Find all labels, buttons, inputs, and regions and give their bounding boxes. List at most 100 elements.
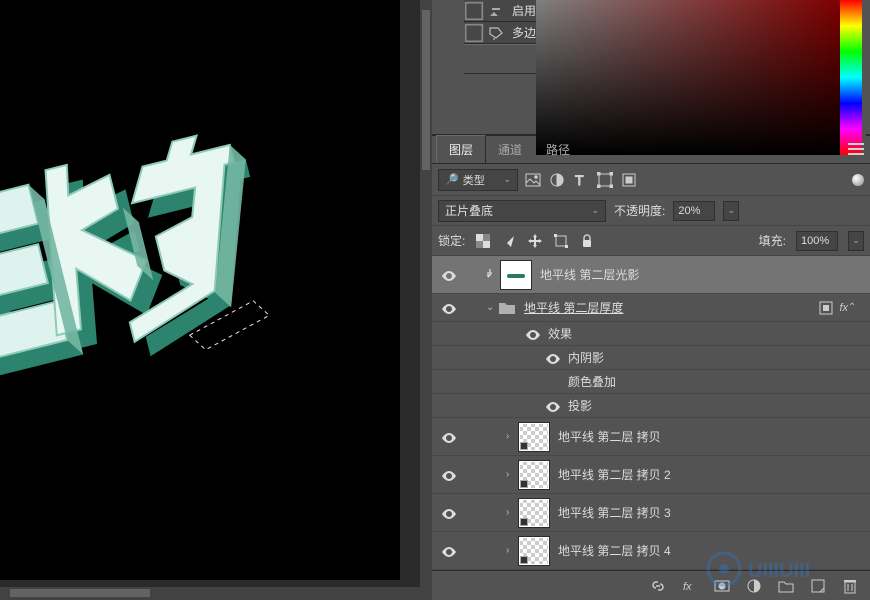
- search-icon: 🔎: [445, 173, 459, 186]
- opacity-dropdown-chevron[interactable]: ⌄: [723, 201, 739, 221]
- checkbox-unchecked-icon[interactable]: [464, 1, 484, 21]
- svg-text:T: T: [575, 172, 584, 188]
- disclosure-triangle-icon[interactable]: ›: [506, 545, 518, 556]
- layer-name[interactable]: 地平线 第二层 拷贝 4: [558, 542, 860, 559]
- 3d-text-artwork: [0, 100, 340, 425]
- layer-name[interactable]: 地平线 第二层 拷贝 2: [558, 466, 860, 483]
- adjustment-layer-icon[interactable]: [746, 578, 762, 594]
- chevron-down-icon: ⌄: [591, 205, 599, 216]
- smart-object-badge-icon: [520, 518, 528, 526]
- filter-smartobject-icon[interactable]: [620, 171, 638, 189]
- lock-transparency-icon[interactable]: [475, 233, 491, 249]
- horizontal-scrollbar[interactable]: [0, 587, 420, 600]
- layer-group-name[interactable]: 地平线 第二层厚度: [524, 299, 817, 316]
- lock-move-icon[interactable]: [527, 233, 543, 249]
- lock-fill-row: 锁定: 填充: 100% ⌄: [432, 226, 870, 256]
- new-layer-icon[interactable]: [810, 578, 826, 594]
- color-picker-panel[interactable]: [536, 0, 866, 155]
- visibility-eye-icon[interactable]: [442, 432, 456, 442]
- panel-menu-icon[interactable]: [848, 142, 864, 160]
- lock-brush-icon[interactable]: [501, 233, 517, 249]
- disclosure-triangle-icon[interactable]: ›: [506, 469, 518, 480]
- panel-tabs: 图层 通道 路径: [432, 136, 870, 164]
- opacity-input[interactable]: 20%: [673, 201, 715, 221]
- link-layers-icon[interactable]: [650, 578, 666, 594]
- fill-label: 填充:: [759, 232, 786, 249]
- layer-thumbnail[interactable]: [518, 460, 550, 490]
- visibility-eye-icon[interactable]: [442, 270, 456, 280]
- clip-indicator-icon: [486, 267, 500, 282]
- opacity-label: 不透明度:: [614, 202, 665, 219]
- filter-text-icon[interactable]: T: [572, 171, 590, 189]
- disclosure-triangle-open-icon[interactable]: ⌄: [486, 302, 498, 313]
- layer-mask-icon[interactable]: [714, 578, 730, 594]
- layer-row-color-overlay[interactable]: 颜色叠加: [432, 370, 870, 394]
- filter-toggle-dot[interactable]: [852, 174, 864, 186]
- visibility-eye-icon[interactable]: [546, 401, 560, 411]
- layer-name[interactable]: 地平线 第二层 拷贝: [558, 428, 860, 445]
- effect-name: 投影: [568, 397, 860, 414]
- layer-row[interactable]: › 地平线 第二层 拷贝: [432, 418, 870, 456]
- visibility-eye-icon[interactable]: [546, 353, 560, 363]
- layer-thumbnail[interactable]: [518, 422, 550, 452]
- fill-input[interactable]: 100%: [796, 231, 838, 251]
- vertical-scrollbar[interactable]: [419, 0, 432, 600]
- layer-row[interactable]: › 地平线 第二层 拷贝 2: [432, 456, 870, 494]
- layers-bottom-toolbar: fx: [432, 570, 870, 600]
- visibility-eye-icon[interactable]: [442, 470, 456, 480]
- new-group-icon[interactable]: [778, 578, 794, 594]
- filter-kind-select[interactable]: 🔎类型 ⌄: [438, 169, 518, 191]
- brush-effect-icon: [484, 4, 508, 18]
- folder-icon: [498, 301, 516, 315]
- layer-row-group[interactable]: ⌄ 地平线 第二层厚度 fx ⌃: [432, 294, 870, 322]
- layer-row[interactable]: › 地平线 第二层 拷贝 3: [432, 494, 870, 532]
- layer-thumbnail[interactable]: [518, 536, 550, 566]
- layer-row[interactable]: › 地平线 第二层 拷贝 4: [432, 532, 870, 570]
- layer-thumbnail[interactable]: [500, 260, 532, 290]
- disclosure-triangle-icon[interactable]: ›: [506, 507, 518, 518]
- visibility-eye-icon[interactable]: [442, 508, 456, 518]
- blend-opacity-row: 正片叠底 ⌄ 不透明度: 20% ⌄: [432, 196, 870, 226]
- layer-row-inner-shadow[interactable]: 内阴影: [432, 346, 870, 370]
- layer-row-selected[interactable]: 地平线 第二层光影: [432, 256, 870, 294]
- filter-image-icon[interactable]: [524, 171, 542, 189]
- checkbox-unchecked-icon[interactable]: [464, 23, 484, 43]
- tab-layers[interactable]: 图层: [436, 135, 486, 163]
- chevron-down-icon: ⌄: [503, 174, 511, 185]
- effect-name: 颜色叠加: [568, 373, 860, 390]
- fill-dropdown-chevron[interactable]: ⌄: [848, 231, 864, 251]
- polygon-lasso-icon: [484, 26, 508, 40]
- lock-all-icon[interactable]: [579, 233, 595, 249]
- layers-list[interactable]: 地平线 第二层光影 ⌄ 地平线 第二层厚度 fx ⌃ 效果: [432, 256, 870, 570]
- layer-name[interactable]: 地平线 第二层 拷贝 3: [558, 504, 860, 521]
- layer-filter-row: 🔎类型 ⌄ T: [432, 164, 870, 196]
- effects-label: 效果: [548, 325, 860, 342]
- horizontal-scrollbar-thumb[interactable]: [10, 589, 150, 597]
- layer-name[interactable]: 地平线 第二层光影: [540, 266, 860, 283]
- layer-thumbnail[interactable]: [518, 498, 550, 528]
- fx-disclosure-chevron-icon[interactable]: ⌃: [848, 302, 860, 313]
- delete-layer-icon[interactable]: [842, 578, 858, 594]
- disclosure-triangle-icon[interactable]: ›: [506, 431, 518, 442]
- visibility-eye-icon[interactable]: [442, 546, 456, 556]
- layer-style-icon[interactable]: fx: [682, 578, 698, 594]
- layers-panel: 图层 通道 路径 🔎类型 ⌄ T 正片叠底 ⌄ 不透明度: 20%: [432, 135, 870, 600]
- color-hue-slider[interactable]: [840, 0, 862, 155]
- visibility-eye-icon[interactable]: [526, 329, 540, 339]
- lock-artboard-icon[interactable]: [553, 233, 569, 249]
- fx-badge[interactable]: fx: [839, 302, 848, 314]
- layer-row-drop-shadow[interactable]: 投影: [432, 394, 870, 418]
- visibility-eye-icon[interactable]: [442, 303, 456, 313]
- filter-adjustment-icon[interactable]: [548, 171, 566, 189]
- tab-channels[interactable]: 通道: [486, 136, 534, 163]
- smart-object-badge-icon: [520, 480, 528, 488]
- vertical-scrollbar-thumb[interactable]: [422, 10, 430, 170]
- layer-row-effects[interactable]: 效果: [432, 322, 870, 346]
- canvas-area[interactable]: [0, 0, 432, 600]
- effect-name: 内阴影: [568, 349, 860, 366]
- document-canvas[interactable]: [0, 0, 400, 580]
- filter-shape-icon[interactable]: [596, 171, 614, 189]
- tab-paths[interactable]: 路径: [534, 136, 582, 163]
- color-saturation-field[interactable]: [536, 0, 840, 155]
- blend-mode-select[interactable]: 正片叠底 ⌄: [438, 200, 606, 222]
